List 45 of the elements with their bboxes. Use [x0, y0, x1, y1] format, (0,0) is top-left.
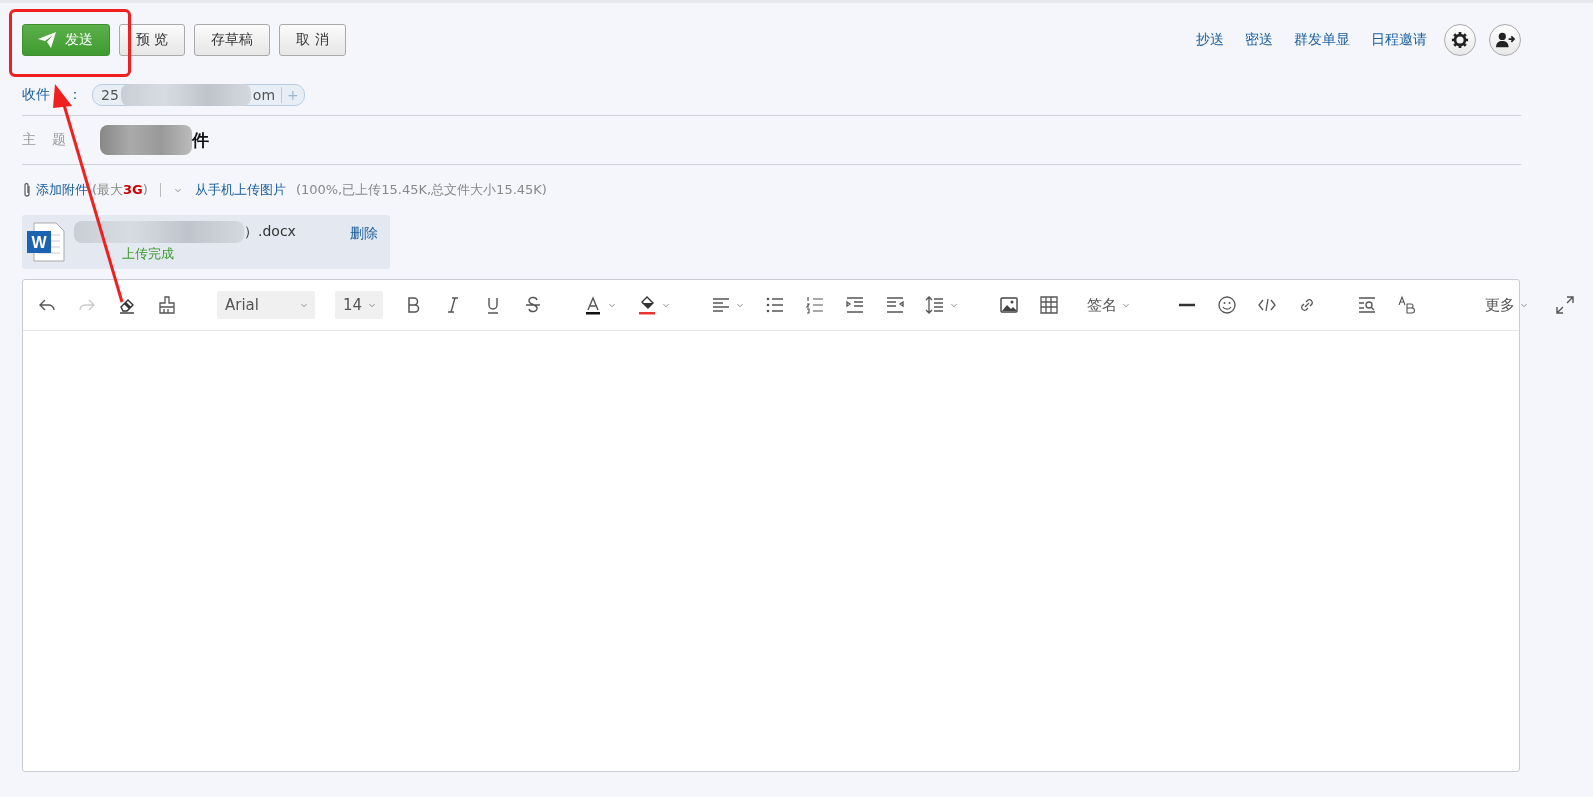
header-link[interactable]: 群发单显	[1294, 31, 1350, 49]
strikethrough-icon[interactable]	[523, 295, 543, 315]
size-limit-text: (最大3G)	[92, 181, 148, 199]
subject-field[interactable]: 件	[192, 128, 209, 152]
outdent-icon[interactable]	[885, 295, 905, 315]
emoji-icon[interactable]	[1217, 295, 1237, 315]
file-name: ）.docx	[244, 223, 296, 241]
header-link[interactable]: 日程邀请	[1371, 31, 1427, 49]
subject-label: 主 题	[22, 131, 68, 149]
header-link[interactable]: 抄送	[1196, 31, 1224, 49]
line-height-icon[interactable]	[925, 295, 945, 315]
signature-dropdown[interactable]: 签名	[1079, 291, 1137, 319]
align-left-icon[interactable]	[711, 295, 731, 315]
indent-icon[interactable]	[845, 295, 865, 315]
font-size-dropdown[interactable]: 14	[335, 291, 383, 319]
delete-link[interactable]: 删除	[350, 225, 378, 243]
brush-icon[interactable]	[157, 295, 177, 315]
toolbar-button[interactable]: 预 览	[119, 24, 186, 56]
add-attachment-link[interactable]: 添加附件	[36, 181, 88, 199]
font-dropdown[interactable]: Arial	[217, 291, 315, 319]
more-dropdown[interactable]: 更多	[1477, 291, 1535, 319]
toolbar-button[interactable]: 取 消	[279, 24, 346, 56]
upload-status: 上传完成	[121, 245, 175, 263]
upload-progress-text: (100%,已上传15.45K,总文件大小15.45K)	[295, 181, 547, 199]
header-link[interactable]: 密送	[1245, 31, 1273, 49]
paper-plane-icon	[37, 31, 57, 49]
case-convert-icon[interactable]	[1397, 295, 1417, 315]
toolbar-button[interactable]: 存草稿	[194, 24, 271, 56]
recipient-chip[interactable]: 25 om +	[92, 84, 305, 106]
settings-icon	[1451, 31, 1469, 49]
bullet-list-icon[interactable]	[765, 295, 785, 315]
recipient-label: 收件	[22, 86, 50, 102]
find-icon[interactable]	[1357, 295, 1377, 315]
numbered-list-icon[interactable]	[805, 295, 825, 315]
table-icon[interactable]	[1039, 295, 1059, 315]
fullscreen-icon[interactable]	[1555, 295, 1575, 315]
add-person-icon	[1495, 31, 1515, 49]
image-icon[interactable]	[999, 295, 1019, 315]
paperclip-icon	[22, 182, 32, 198]
settings-button[interactable]	[1444, 24, 1476, 56]
highlight-color-icon[interactable]	[637, 295, 657, 315]
text-color-icon[interactable]	[583, 295, 603, 315]
phone-upload-link[interactable]: 从手机上传图片	[194, 181, 286, 199]
add-contact-button[interactable]	[1489, 24, 1521, 56]
colon-text: ：	[68, 86, 82, 102]
